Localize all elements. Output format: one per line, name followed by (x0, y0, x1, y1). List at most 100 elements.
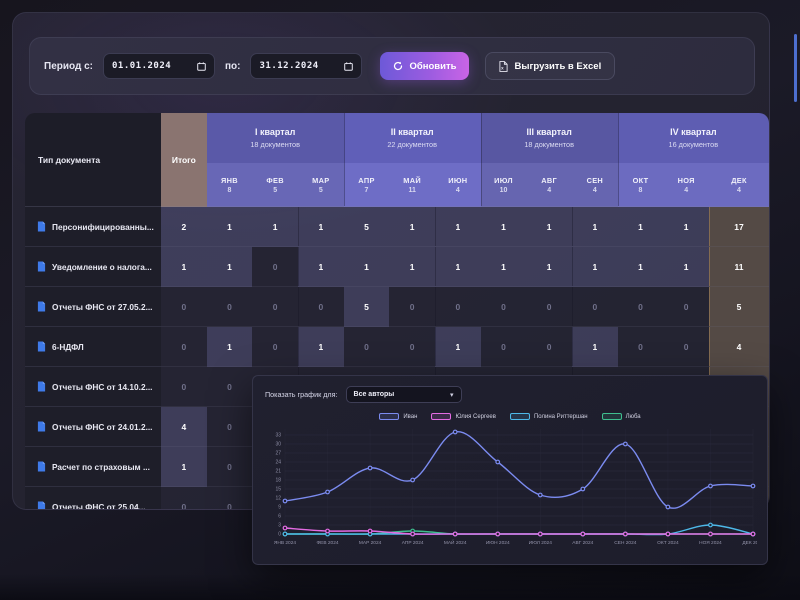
month-header: АВГ4 (526, 163, 572, 207)
table-row-label[interactable]: Отчеты ФНС от 24.01.2... (25, 407, 161, 447)
row-label-text: Расчет по страховым ... (52, 462, 150, 472)
data-cell: 1 (435, 327, 481, 367)
document-icon (37, 301, 46, 312)
row-label-text: Отчеты ФНС от 27.05.2... (52, 302, 153, 312)
month-header: ОКТ8 (618, 163, 664, 207)
month-label: ИЮЛ (494, 176, 513, 185)
legend-item: Люба (602, 413, 641, 420)
refresh-button[interactable]: Обновить (380, 52, 469, 80)
data-cell: 0 (207, 407, 253, 447)
date-to-input[interactable]: 31.12.2024 (250, 53, 362, 79)
svg-text:x: x (502, 65, 505, 70)
month-header: ЯНВ 8 (207, 163, 253, 207)
quarter-subtitle: 18 документов (524, 140, 574, 149)
legend-label: Люба (626, 414, 641, 420)
table-row-label[interactable]: Отчеты ФНС от 25.04... (25, 487, 161, 510)
svg-text:МАЙ 2024: МАЙ 2024 (444, 538, 467, 546)
quarter-subtitle: 22 документов (387, 140, 437, 149)
legend-swatch (602, 413, 622, 420)
table-row-label[interactable]: Отчеты ФНС от 14.10.2... (25, 367, 161, 407)
date-from-value: 01.01.2024 (112, 61, 171, 71)
data-cell: 0 (161, 487, 207, 510)
line-chart-svg: ЯНВ 2024ФЕВ 2024МАР 2024АПР 2024МАЙ 2024… (265, 422, 757, 556)
calendar-icon[interactable] (344, 62, 353, 71)
legend-item: Иван (379, 413, 417, 420)
document-icon (37, 381, 46, 392)
total-header-cell: Итого (161, 113, 207, 207)
svg-text:НОЯ 2024: НОЯ 2024 (699, 540, 722, 546)
data-cell: 5 (344, 207, 390, 247)
table-row-label[interactable]: Отчеты ФНС от 27.05.2... (25, 287, 161, 327)
quarter-title: IV квартал (670, 127, 716, 137)
table-row-label[interactable]: Расчет по страховым ... (25, 447, 161, 487)
date-to-value: 31.12.2024 (259, 61, 318, 71)
table-row-label[interactable]: Уведомление о налога... (25, 247, 161, 287)
quarter-header: IV квартал16 документов (618, 113, 769, 163)
data-cell: 1 (481, 247, 527, 287)
month-header: МАР 5 (298, 163, 344, 207)
data-cell: 1 (161, 447, 207, 487)
svg-text:15: 15 (275, 487, 281, 493)
month-header: ИЮЛ 10 (481, 163, 527, 207)
data-cell: 0 (207, 367, 253, 407)
data-cell: 0 (207, 487, 253, 510)
month-header: АПР7 (344, 163, 390, 207)
table-row-label[interactable]: Персонифицированны... (25, 207, 161, 247)
author-select[interactable]: Все авторы ▾ (346, 386, 462, 403)
month-count: 11 (408, 187, 415, 194)
period-label: Период с: (44, 61, 93, 72)
row-label-text: 6-НДФЛ (52, 342, 84, 352)
svg-text:ИЮН 2024: ИЮН 2024 (486, 540, 510, 546)
date-from-input[interactable]: 01.01.2024 (103, 53, 215, 79)
data-cell: 0 (298, 287, 344, 327)
svg-text:СЕН 2024: СЕН 2024 (614, 540, 636, 546)
data-cell: 1 (389, 247, 435, 287)
data-cell: 1 (207, 247, 253, 287)
row-label-text: Отчеты ФНС от 24.01.2... (52, 422, 153, 432)
calendar-icon[interactable] (197, 62, 206, 71)
svg-text:ИЮЛ 2024: ИЮЛ 2024 (529, 540, 553, 546)
author-select-value: Все авторы (354, 391, 395, 398)
document-icon (37, 501, 46, 510)
data-cell: 0 (207, 447, 253, 487)
scrollbar-thumb[interactable] (794, 34, 797, 102)
data-cell: 4 (161, 407, 207, 447)
data-cell: 1 (252, 207, 298, 247)
bottom-glow (0, 574, 800, 600)
legend-swatch (379, 413, 399, 420)
data-cell: 0 (161, 327, 207, 367)
data-cell: 1 (435, 207, 481, 247)
data-cell: 1 (663, 207, 709, 247)
quarter-header: III квартал18 документов (481, 113, 618, 163)
legend-item: Юлия Сергеев (431, 413, 496, 420)
export-excel-button[interactable]: x Выгрузить в Excel (485, 52, 615, 80)
data-cell: 1 (298, 207, 344, 247)
month-label: МАЙ (403, 176, 421, 185)
data-cell: 0 (161, 367, 207, 407)
refresh-button-label: Обновить (409, 61, 456, 72)
month-count: 8 (228, 187, 232, 194)
chart-legend: ИванЮлия СергеевПолина РиттершанЛюба (265, 413, 755, 420)
svg-text:ЯНВ 2024: ЯНВ 2024 (274, 540, 296, 546)
document-icon (37, 261, 46, 272)
month-count: 10 (500, 187, 508, 194)
data-cell: 0 (389, 287, 435, 327)
month-label: ЯНВ (221, 176, 238, 185)
svg-text:0: 0 (278, 532, 281, 538)
table-row-label[interactable]: 6-НДФЛ (25, 327, 161, 367)
month-count: 5 (319, 187, 323, 194)
month-count: 7 (365, 187, 369, 194)
export-excel-label: Выгрузить в Excel (514, 61, 601, 72)
month-label: ДЕК (731, 176, 747, 185)
month-count: 4 (737, 187, 741, 194)
data-cell: 0 (481, 287, 527, 327)
data-cell: 1 (481, 207, 527, 247)
month-count: 4 (593, 187, 597, 194)
quarter-title: II квартал (391, 127, 434, 137)
month-label: ОКТ (633, 176, 649, 185)
data-cell: 0 (252, 247, 298, 287)
quarter-title: I квартал (255, 127, 295, 137)
month-label: МАР (312, 176, 329, 185)
month-header: СЕН4 (572, 163, 618, 207)
data-cell: 1 (526, 207, 572, 247)
